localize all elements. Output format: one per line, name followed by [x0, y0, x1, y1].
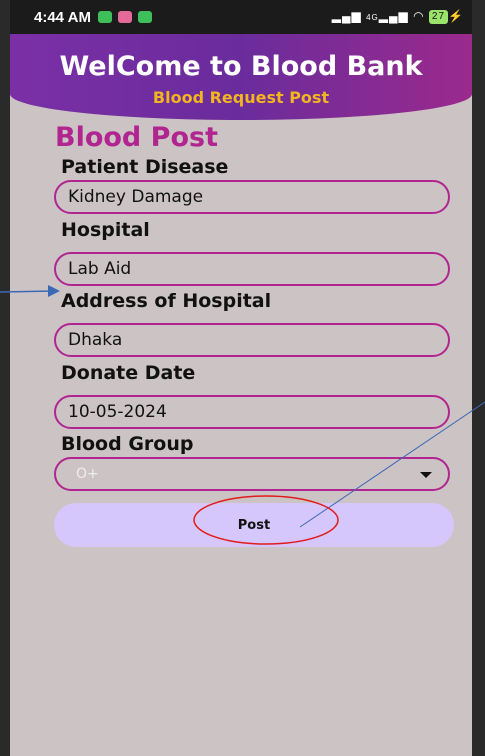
dropdown-arrow-icon [420, 472, 432, 478]
signal-icon: ▂▄▆ [378, 9, 409, 23]
app-screen: 4:44 AM ▂▄▆ 4G▂▄▆ ◠ 27 ⚡ WelCome to Blood… [10, 0, 472, 756]
signal-icon: ▂▄▆ [331, 9, 362, 23]
battery-icon: 27 [428, 9, 449, 24]
donate-date-input[interactable] [54, 395, 450, 429]
status-time: 4:44 AM [34, 9, 91, 26]
header-subtitle: Blood Request Post [152, 88, 330, 107]
blood-group-value: O+ [76, 466, 99, 482]
patient-disease-input[interactable] [54, 180, 450, 214]
notification-icon [98, 11, 112, 23]
status-bar: 4:44 AM ▂▄▆ 4G▂▄▆ ◠ 27 ⚡ [10, 0, 472, 34]
address-input[interactable] [54, 323, 450, 357]
post-button[interactable]: Post [54, 503, 454, 547]
address-label: Address of Hospital [61, 290, 272, 312]
donate-date-label: Donate Date [61, 362, 196, 384]
hospital-input[interactable] [54, 252, 450, 286]
notification-icon [138, 11, 152, 23]
header-banner: WelCome to Blood Bank Blood Request Post [10, 34, 472, 120]
system-icons: ▂▄▆ 4G▂▄▆ ◠ 27 ⚡ [332, 9, 464, 24]
youtube-icon [118, 11, 132, 23]
blood-group-select[interactable]: O+ [54, 457, 450, 491]
wifi-icon: ◠ [413, 9, 425, 23]
network-type: 4G [366, 13, 379, 22]
charging-icon: ⚡ [448, 9, 464, 23]
hospital-label: Hospital [61, 219, 150, 241]
patient-disease-label: Patient Disease [61, 156, 229, 178]
header-title: WelCome to Blood Bank [59, 51, 423, 82]
form-title: Blood Post [55, 122, 218, 153]
blood-group-label: Blood Group [61, 433, 194, 455]
